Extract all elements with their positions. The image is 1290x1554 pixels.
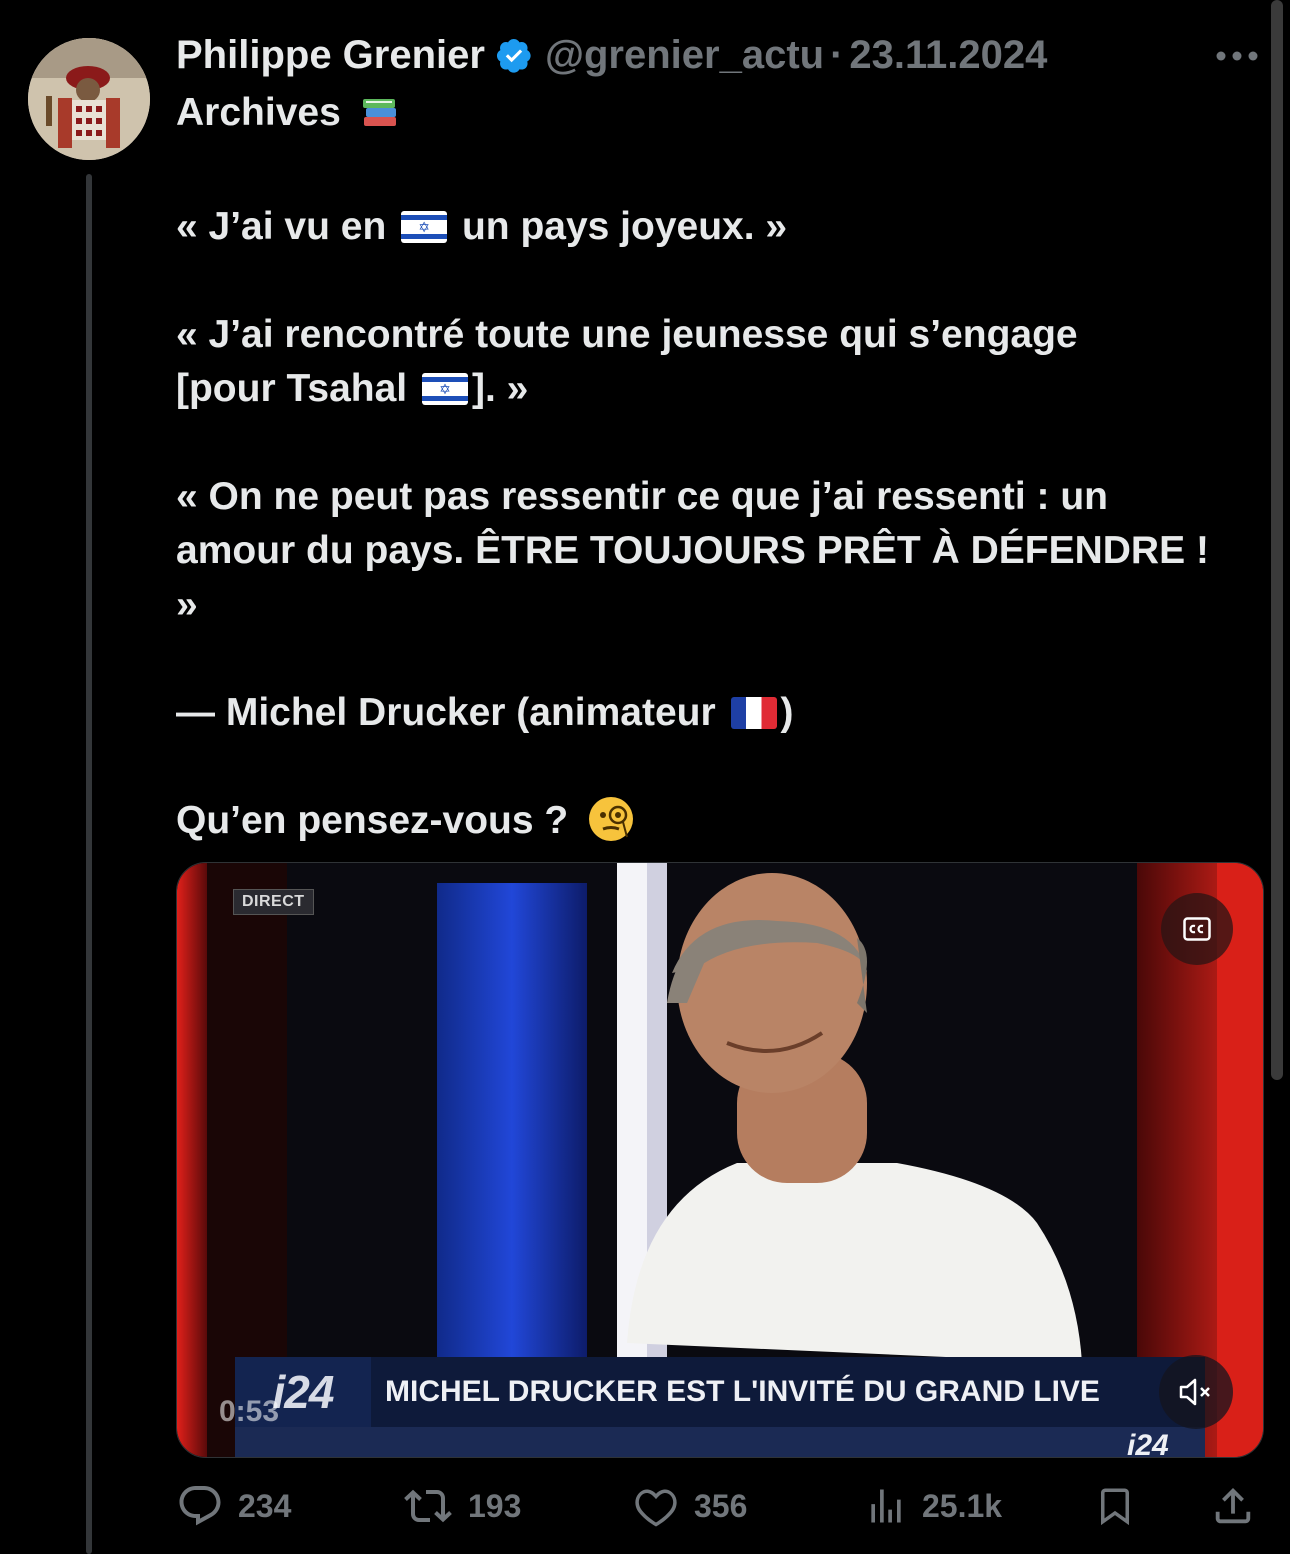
- like-button[interactable]: 356: [632, 1478, 747, 1534]
- separator-dot: ·: [830, 32, 844, 77]
- live-tag: DIRECT: [233, 889, 314, 915]
- books-emoji-icon: [360, 91, 400, 146]
- views-count: 25.1k: [922, 1487, 1003, 1524]
- bookmark-button[interactable]: [1094, 1478, 1150, 1534]
- verified-badge-icon: [495, 36, 533, 74]
- scrollbar[interactable]: [1271, 0, 1283, 1080]
- closed-captions-icon: [1183, 917, 1211, 941]
- author-name[interactable]: Philippe Grenier: [176, 33, 485, 78]
- israel-flag-icon: ✡: [401, 211, 448, 243]
- thread-line: [86, 174, 92, 1554]
- more-options-button[interactable]: [1212, 38, 1262, 74]
- quote-2c: ]. »: [471, 367, 529, 410]
- tweet-actions: 234 193 356 25.1k: [176, 1478, 1262, 1534]
- more-dots-icon: [1216, 51, 1258, 61]
- israel-flag-icon: ✡: [421, 373, 468, 405]
- lower-third-bar: [235, 1427, 1205, 1457]
- quote-3c: »: [176, 583, 198, 626]
- reply-count: 234: [238, 1487, 292, 1524]
- quote-2a: « J’ai rencontré toute une jeunesse qui …: [176, 313, 1078, 356]
- tweet-date[interactable]: 23.11.2024: [849, 33, 1047, 78]
- news-lower-third: i24 MICHEL DRUCKER EST L'INVITÉ DU GRAND…: [235, 1357, 1205, 1427]
- reply-icon: [179, 1486, 221, 1526]
- quote-1a: « J’ai vu en: [176, 205, 387, 248]
- reply-button[interactable]: 234: [176, 1478, 291, 1534]
- attribution-a: — Michel Drucker (animateur: [176, 691, 716, 734]
- repost-icon: [404, 1489, 452, 1523]
- repost-button[interactable]: 193: [402, 1478, 521, 1534]
- avatar[interactable]: [28, 38, 150, 160]
- heart-icon: [635, 1489, 677, 1527]
- share-icon: [1215, 1487, 1251, 1524]
- closed-captions-button[interactable]: [1161, 893, 1233, 965]
- views-chart-icon: [871, 1489, 901, 1523]
- muted-speaker-icon: [1179, 1378, 1210, 1406]
- text-line: Archives: [176, 91, 341, 134]
- repost-count: 193: [468, 1487, 522, 1524]
- tweet-text: Archives « J’ai vu en ✡ un pays joyeux. …: [176, 86, 1271, 858]
- france-flag-icon: [730, 697, 777, 729]
- tweet-header: Philippe Grenier @grenier_actu · 23.11.2…: [176, 30, 1047, 80]
- quote-2b: [pour Tsahal: [176, 367, 408, 410]
- channel-small-logo: i24: [1127, 1429, 1169, 1458]
- question-text: Qu’en pensez-vous ?: [176, 799, 569, 842]
- attribution-b: ): [780, 691, 794, 734]
- views-button[interactable]: 25.1k: [864, 1478, 1002, 1534]
- bookmark-icon: [1101, 1488, 1129, 1526]
- unmute-button[interactable]: [1159, 1355, 1233, 1429]
- quote-1b: un pays joyeux. »: [461, 205, 788, 248]
- video-time: 0:53: [219, 1395, 280, 1428]
- share-button[interactable]: [1210, 1478, 1270, 1534]
- monocle-face-emoji-icon: [587, 795, 635, 858]
- news-caption: MICHEL DRUCKER EST L'INVITÉ DU GRAND LIV…: [385, 1375, 1100, 1408]
- video-player[interactable]: DIRECT i24 MICHEL DRUCKER EST L'INVITÉ D…: [176, 862, 1264, 1458]
- quote-3a: « On ne peut pas ressentir ce que j’ai r…: [176, 475, 1108, 518]
- quote-3b: amour du pays. ÊTRE TOUJOURS PRÊT À DÉFE…: [176, 529, 1209, 572]
- avatar-portrait-icon: [28, 38, 150, 160]
- like-count: 356: [694, 1487, 748, 1524]
- author-handle[interactable]: @grenier_actu: [545, 33, 824, 78]
